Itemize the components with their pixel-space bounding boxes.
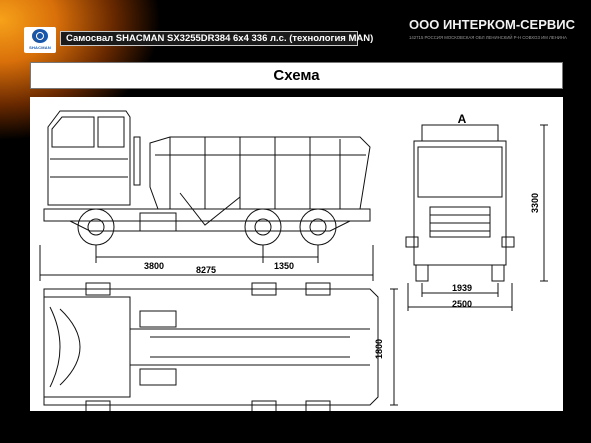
product-title: Самосвал SHACMAN SX3255DR384 6x4 336 л.с… — [66, 33, 374, 44]
front-view-truck — [405, 124, 548, 311]
dim-height: 3300 — [530, 193, 540, 213]
logo-text: SHACMAN — [29, 45, 51, 50]
view-label: A — [458, 112, 467, 126]
side-view-truck — [43, 110, 371, 232]
truck-schematic: 3800 1350 8275 1800 3300 1939 2500 A — [39, 110, 548, 411]
shacman-emblem-icon — [32, 29, 48, 43]
company-address: 142715 РОССИЯ МОСКОВСКАЯ ОБЛ ЛЕНИНСКИЙ Р… — [409, 35, 567, 40]
shacman-logo: SHACMAN — [24, 27, 56, 53]
dim-wheelbase-rear: 1350 — [274, 261, 294, 271]
dim-frame-width: 1800 — [374, 339, 384, 359]
section-title: Схема — [273, 67, 320, 84]
dim-wheelbase-front: 3800 — [144, 261, 164, 271]
company-name: ООО ИНТЕРКОМ-СЕРВИС — [409, 17, 576, 32]
technical-drawing: 3800 1350 8275 1800 3300 1939 2500 A — [30, 97, 563, 411]
top-view-chassis — [43, 282, 398, 411]
dim-overall-width: 2500 — [452, 299, 472, 309]
dim-overall-length: 8275 — [196, 265, 216, 275]
section-title-bar: Схема — [30, 62, 563, 89]
dim-track: 1939 — [452, 283, 472, 293]
side-view-wheels — [77, 208, 337, 246]
product-title-bar: Самосвал SHACMAN SX3255DR384 6x4 336 л.с… — [60, 31, 373, 46]
side-dimension-lines — [39, 245, 374, 281]
